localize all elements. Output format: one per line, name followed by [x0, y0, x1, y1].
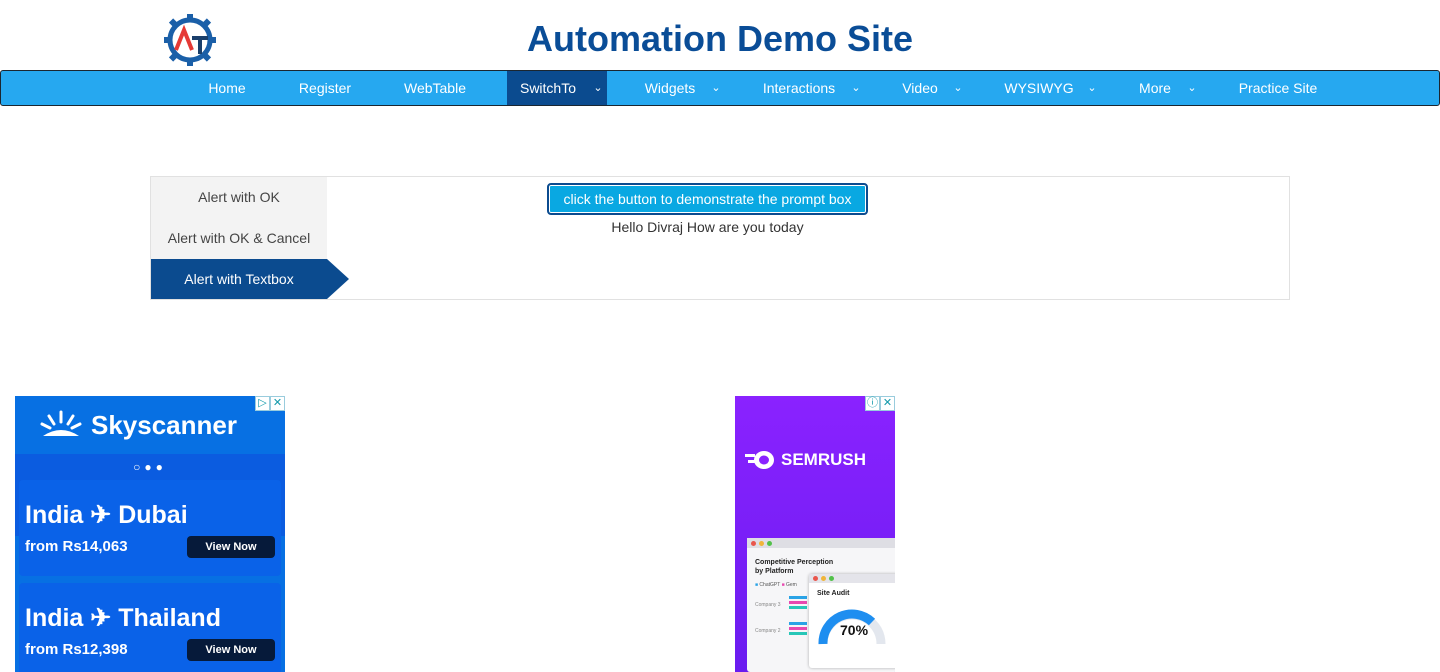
audit-percent: 70%	[840, 622, 869, 638]
nav-home[interactable]: Home	[197, 71, 257, 105]
chevron-down-icon[interactable]: ⌄	[707, 71, 725, 105]
sunrise-icon	[40, 410, 82, 436]
ad-choices[interactable]: ▷ ✕	[255, 396, 285, 411]
chevron-down-icon[interactable]: ⌄	[847, 71, 865, 105]
nav-webtable[interactable]: WebTable	[397, 71, 473, 105]
bar	[789, 606, 807, 609]
tab-alert-with-ok[interactable]: Alert with OK	[151, 177, 327, 217]
deal-route: India ✈ Thailand	[25, 604, 221, 632]
close-icon[interactable]: ✕	[880, 396, 895, 411]
deal-card[interactable]: India ✈ Thailand from Rs12,398 View Now	[19, 583, 281, 672]
window-titlebar	[809, 574, 895, 583]
semrush-fireball-icon	[745, 451, 774, 469]
nav-register[interactable]: Register	[291, 71, 359, 105]
bar	[789, 622, 807, 625]
deal-card[interactable]: India ✈ Dubai from Rs14,063 View Now	[19, 480, 281, 576]
chevron-down-icon[interactable]: ⌄	[589, 71, 607, 105]
semrush-ad[interactable]: ⓘ ✕ SEMRUSH Competitive Perception by Pl…	[735, 396, 895, 672]
bar	[789, 596, 807, 599]
semrush-logo: SEMRUSH	[745, 450, 866, 470]
view-now-button[interactable]: View Now	[187, 536, 275, 558]
row-label: Company 2	[755, 628, 781, 634]
bar	[789, 632, 807, 635]
nav-video[interactable]: Video	[891, 71, 949, 105]
chevron-down-icon[interactable]: ⌄	[949, 71, 967, 105]
nav-interactions[interactable]: Interactions	[753, 71, 845, 105]
adchoices-icon[interactable]: ▷	[255, 396, 270, 411]
view-now-button[interactable]: View Now	[187, 639, 275, 661]
carousel-dots[interactable]: ○●●	[15, 460, 285, 474]
nav-more[interactable]: More	[1127, 71, 1183, 105]
deal-route: India ✈ Dubai	[25, 501, 188, 529]
semrush-dashboard-preview: Competitive Perception by Platform ■ Cha…	[747, 538, 895, 672]
site-audit-card: Site Audit 70%	[809, 574, 895, 668]
card-legend: ■ ChatGPT ■ Gem	[755, 582, 797, 588]
alert-tabs: Alert with OK Alert with OK & Cancel Ale…	[151, 177, 327, 299]
chevron-down-icon[interactable]: ⌄	[1083, 71, 1101, 105]
nav-widgets[interactable]: Widgets	[633, 71, 707, 105]
window-titlebar	[747, 538, 895, 548]
skyscanner-brand: Skyscanner	[91, 409, 237, 440]
tab-alert-with-ok-cancel[interactable]: Alert with OK & Cancel	[151, 218, 327, 258]
chevron-down-icon[interactable]: ⌄	[1183, 71, 1201, 105]
deal-price: from Rs12,398	[25, 641, 128, 658]
main-navbar: Home Register WebTable SwitchTo ⌄ Widget…	[0, 70, 1440, 106]
active-tab-arrow	[327, 259, 349, 299]
nav-switchto[interactable]: SwitchTo	[507, 71, 589, 105]
prompt-box-button[interactable]: click the button to demonstrate the prom…	[547, 183, 868, 215]
tab-alert-with-textbox[interactable]: Alert with Textbox	[151, 259, 327, 299]
semrush-brand: SEMRUSH	[781, 450, 867, 469]
site-title: Automation Demo Site	[526, 18, 913, 59]
bar	[789, 601, 807, 604]
ad-choices[interactable]: ⓘ ✕	[865, 396, 895, 411]
deal-price: from Rs14,063	[25, 538, 128, 555]
site-audit-title: Site Audit	[817, 590, 850, 597]
skyscanner-ad[interactable]: ▷ ✕ Skyscanner ○●● India ✈ Dubai from Rs…	[15, 396, 285, 672]
prompt-result-text: Hello Divraj How are you today	[611, 219, 804, 235]
skyscanner-logo: Skyscanner	[39, 410, 237, 440]
nav-wysiwyg[interactable]: WYSIWYG	[995, 71, 1083, 105]
close-icon[interactable]: ✕	[270, 396, 285, 411]
row-label: Company 3	[755, 602, 781, 608]
bar	[789, 627, 807, 630]
alerts-panel: Alert with OK Alert with OK & Cancel Ale…	[150, 176, 1290, 300]
info-icon[interactable]: ⓘ	[865, 396, 880, 411]
nav-practice-site[interactable]: Practice Site	[1227, 71, 1329, 105]
